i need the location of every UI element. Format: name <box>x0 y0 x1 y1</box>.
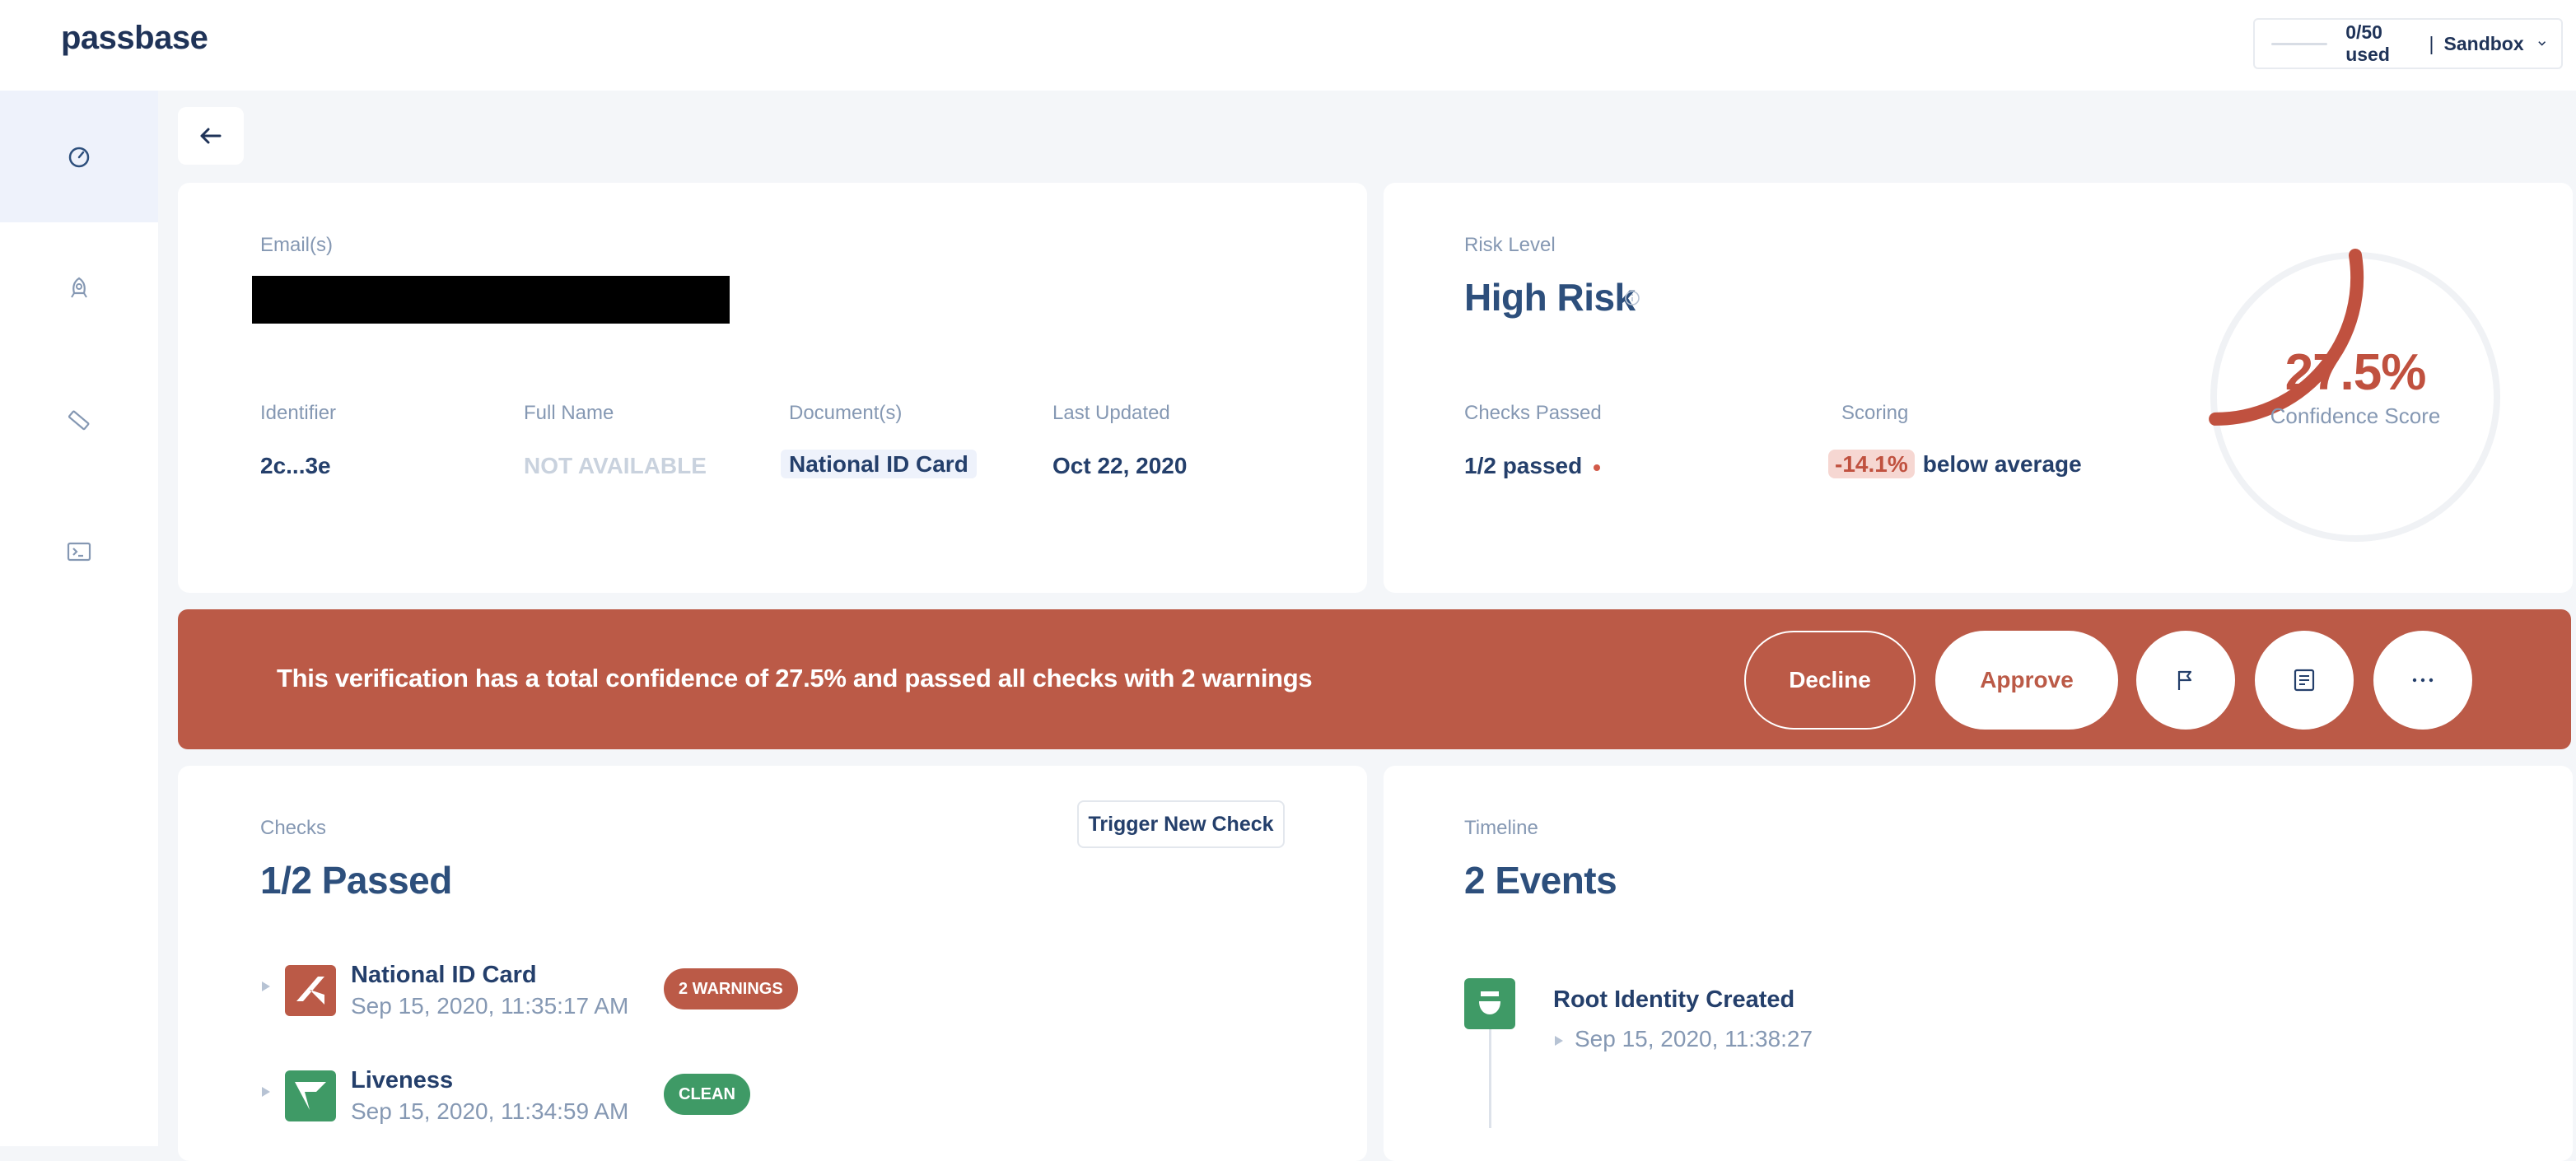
check-name: Liveness <box>351 1067 454 1093</box>
status-badge: CLEAN <box>664 1074 750 1115</box>
last-updated-value: Oct 22, 2020 <box>1052 453 1188 478</box>
checks-summary: 1/2 Passed <box>260 859 452 902</box>
fullname-value: NOT AVAILABLE <box>524 453 707 478</box>
email-redacted <box>252 276 730 324</box>
scoring-text: below average <box>1922 451 2082 477</box>
sidebar <box>0 91 158 1146</box>
notes-button[interactable] <box>2255 631 2354 730</box>
rocket-icon <box>71 277 87 298</box>
sidebar-item-dashboard[interactable] <box>0 91 158 222</box>
checks-card: Checks 1/2 Passed Trigger New Check Nati… <box>178 766 1367 1161</box>
trigger-new-check-button[interactable]: Trigger New Check <box>1077 800 1285 848</box>
check-name: National ID Card <box>351 962 537 988</box>
timeline-event-date[interactable]: Sep 15, 2020, 11:38:27 <box>1553 1026 1813 1052</box>
timeline-card: Timeline 2 Events Root Identity Created … <box>1384 766 2573 1161</box>
speedometer-icon <box>68 147 90 168</box>
usage-separator: | <box>2429 32 2434 54</box>
check-date: Sep 15, 2020, 11:34:59 AM <box>351 1098 629 1124</box>
scoring-delta: -14.1% <box>1828 450 1915 478</box>
ruler-icon <box>68 410 90 431</box>
flag-icon <box>2177 670 2192 690</box>
confidence-score-label: Confidence Score <box>2270 403 2441 428</box>
identity-created-icon <box>1464 978 1515 1029</box>
usage-text: 0/50 used <box>2345 21 2390 65</box>
more-icon <box>2412 678 2434 683</box>
last-updated-label: Last Updated <box>1052 402 1170 424</box>
top-bar: passbase 0/50 used | Sandbox <box>0 0 2576 91</box>
status-badge: 2 WARNINGS <box>664 968 798 1009</box>
confidence-score-value: 27.5% <box>2284 344 2427 401</box>
timeline-event-name: Root Identity Created <box>1553 986 1795 1013</box>
expand-triangle-icon[interactable] <box>260 1085 272 1098</box>
environment-selector[interactable]: 0/50 used | Sandbox <box>2253 18 2563 69</box>
clean-check-icon <box>285 1070 336 1121</box>
usage-bar <box>2271 42 2328 45</box>
timeline-connector <box>1489 1029 1491 1128</box>
risk-level-value: High Risk <box>1464 276 1636 319</box>
scoring-label: Scoring <box>1841 402 1909 424</box>
identity-card: Email(s) Identifier 2c...3e Full Name NO… <box>178 183 1367 593</box>
identifier-value: 2c...3e <box>260 453 331 478</box>
info-icon[interactable] <box>1624 290 1640 306</box>
decline-button[interactable]: Decline <box>1744 631 1916 730</box>
checks-passed-value: 1/2 passed <box>1464 453 1601 479</box>
more-options-button[interactable] <box>2373 631 2472 730</box>
identifier-label: Identifier <box>260 402 337 424</box>
timeline-label: Timeline <box>1464 817 1538 839</box>
expand-triangle-icon[interactable] <box>1553 1034 1565 1047</box>
terminal-icon <box>67 542 91 562</box>
email-label: Email(s) <box>260 234 333 256</box>
chevron-down-icon <box>2537 41 2546 46</box>
warning-check-icon <box>285 965 336 1016</box>
back-button[interactable] <box>178 107 244 165</box>
scoring-value: -14.1% below average <box>1828 450 2082 478</box>
verification-summary: This verification has a total confidence… <box>277 664 1313 692</box>
verification-banner: This verification has a total confidence… <box>178 609 2571 749</box>
warning-dot <box>1594 464 1601 471</box>
risk-card: Risk Level High Risk Checks Passed 1/2 p… <box>1384 183 2573 593</box>
arrow-left-icon <box>200 128 222 144</box>
flag-button[interactable] <box>2136 631 2235 730</box>
sidebar-item-integrations[interactable] <box>0 222 158 354</box>
sidebar-item-developer[interactable] <box>0 486 158 618</box>
environment-mode: Sandbox <box>2443 32 2524 54</box>
check-row-national-id[interactable]: National ID Card Sep 15, 2020, 11:35:17 … <box>260 958 837 1024</box>
timeline-summary: 2 Events <box>1464 859 1617 902</box>
sidebar-item-customize[interactable] <box>0 354 158 486</box>
app-logo[interactable]: passbase <box>61 20 208 57</box>
notes-icon <box>2294 669 2315 692</box>
fullname-label: Full Name <box>524 402 614 424</box>
checks-label: Checks <box>260 817 327 839</box>
checks-passed-label: Checks Passed <box>1464 402 1602 424</box>
document-pill[interactable]: National ID Card <box>781 450 977 478</box>
documents-label: Document(s) <box>789 402 903 424</box>
check-date: Sep 15, 2020, 11:35:17 AM <box>351 993 629 1019</box>
expand-triangle-icon[interactable] <box>260 980 272 993</box>
approve-button[interactable]: Approve <box>1935 631 2118 730</box>
check-row-liveness[interactable]: Liveness Sep 15, 2020, 11:34:59 AM CLEAN <box>260 1064 837 1130</box>
risk-level-label: Risk Level <box>1464 234 1556 256</box>
